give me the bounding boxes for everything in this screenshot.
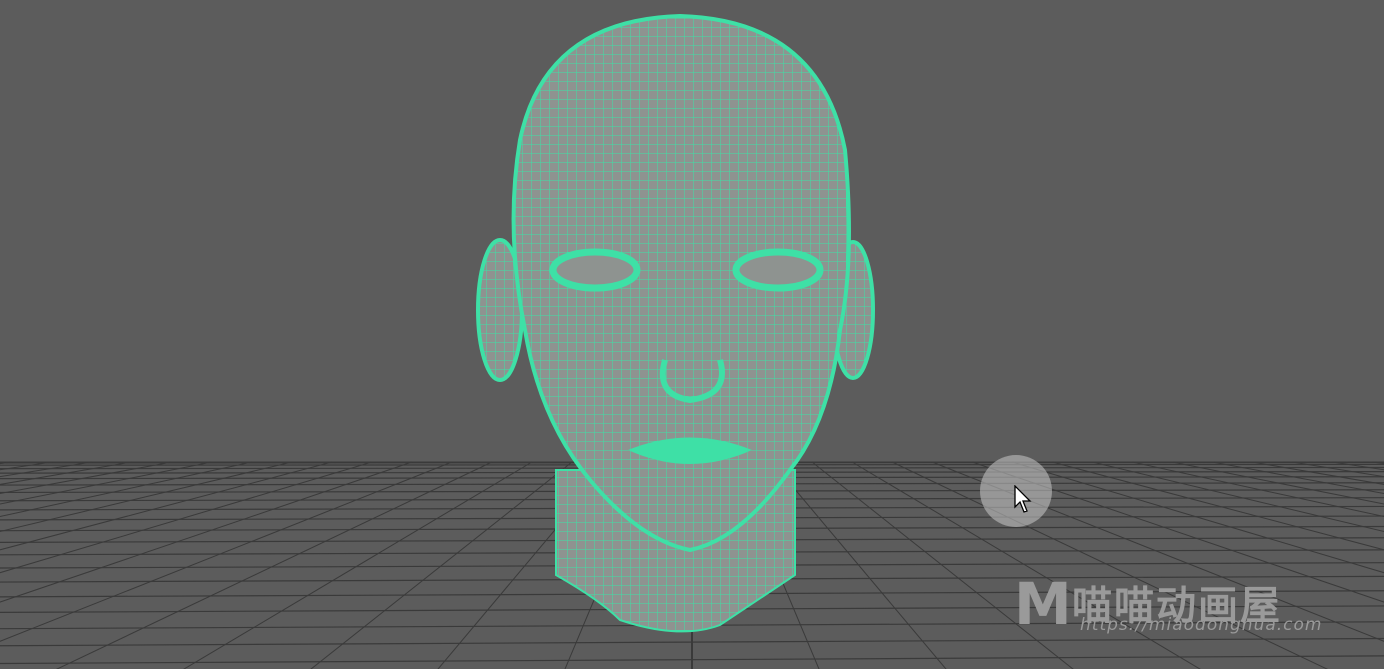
grid-line	[55, 461, 493, 669]
grid-line	[1051, 461, 1384, 551]
right-eye	[732, 248, 824, 292]
grid-line	[0, 461, 453, 642]
grid-line	[0, 461, 333, 551]
grid-line	[1091, 461, 1384, 533]
left-eye	[549, 248, 641, 292]
3d-viewport[interactable]	[0, 0, 1384, 669]
grid-line	[1291, 461, 1384, 478]
grid-line	[1171, 461, 1384, 505]
grid-line	[0, 461, 93, 478]
grid-line	[0, 461, 133, 485]
watermark-letter: M	[1014, 570, 1072, 638]
grid-line	[0, 461, 213, 505]
grid-line	[0, 461, 293, 533]
watermark-url: https://miaodonghua.com	[1080, 615, 1323, 635]
arrow-pointer-icon	[1014, 485, 1032, 513]
watermark-logo: M 喵喵动画屋 https://miaodonghua.com	[1014, 570, 1321, 638]
grid-line	[1251, 461, 1384, 485]
cursor-highlight	[980, 455, 1052, 527]
grid-line	[891, 461, 1329, 669]
